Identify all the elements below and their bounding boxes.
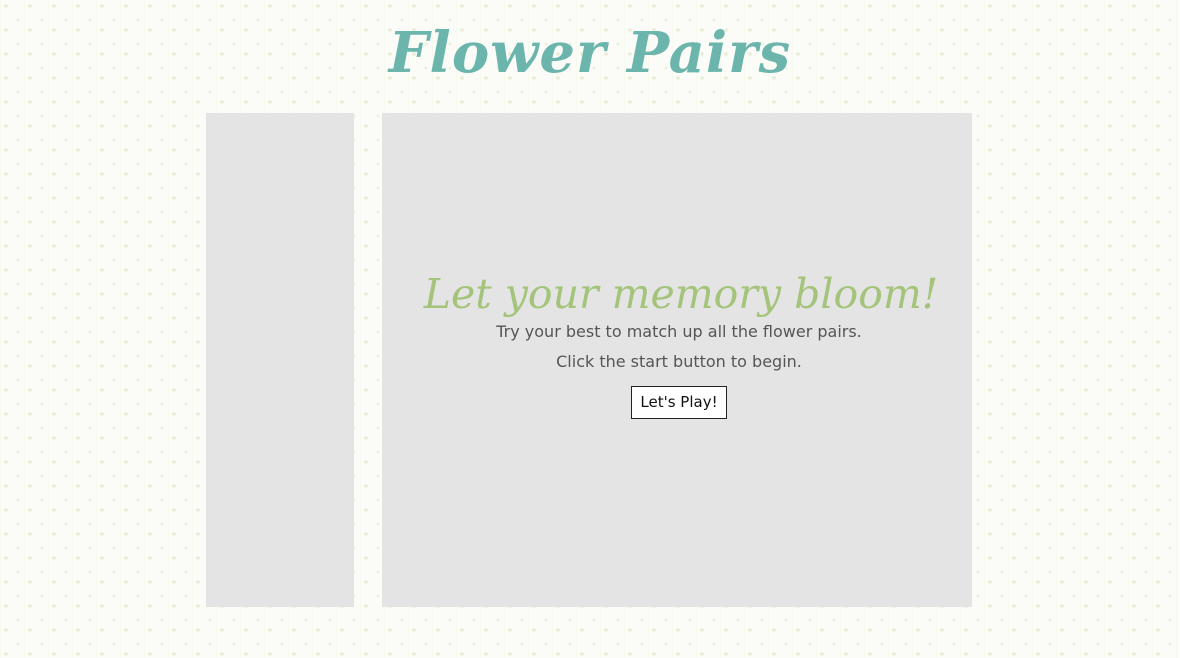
game-board: Let your memory bloom! Try your best to …	[382, 113, 972, 607]
start-button[interactable]: Let's Play!	[631, 386, 727, 419]
start-hint-text: Click the start button to begin.	[556, 352, 802, 371]
game-title: Flower Pairs	[388, 20, 792, 86]
intro-tagline: Let your memory bloom!	[423, 270, 939, 318]
intro-panel: Let your memory bloom! Try your best to …	[382, 268, 972, 419]
sidebar-panel	[206, 113, 354, 607]
instructions-text: Try your best to match up all the flower…	[496, 322, 862, 341]
